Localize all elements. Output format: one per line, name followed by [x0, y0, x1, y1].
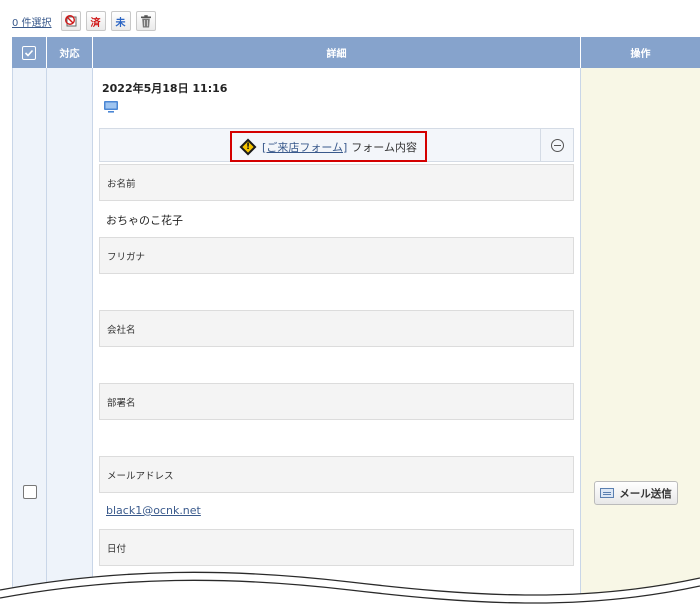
header-response: 対応	[47, 37, 93, 68]
delete-button[interactable]	[135, 11, 156, 31]
select-all-checkbox[interactable]	[22, 45, 36, 60]
field-label-company: 会社名	[99, 310, 574, 347]
send-mail-label: メール送信	[619, 487, 672, 500]
prohibit-icon	[64, 14, 77, 27]
field-label-name: お名前	[99, 164, 574, 201]
mark-undone-button[interactable]: 未	[110, 11, 131, 31]
warning-icon: !	[239, 138, 257, 155]
form-name-link[interactable]: [ご来店フォーム]	[262, 139, 347, 155]
form-contents-label: フォーム内容	[351, 140, 417, 154]
torn-edge-divider	[0, 571, 700, 616]
field-label-furigana: フリガナ	[99, 237, 574, 274]
field-value-email[interactable]: black1@ocnk.net	[106, 504, 201, 517]
minus-circle-icon	[550, 138, 564, 152]
row-checkbox[interactable]	[23, 485, 37, 499]
header-select-all-cell[interactable]	[12, 37, 47, 68]
mail-icon	[600, 488, 615, 498]
check-icon	[24, 49, 34, 57]
trash-icon	[140, 14, 151, 27]
send-mail-button[interactable]: メール送信	[594, 481, 678, 505]
unsupport-button[interactable]	[60, 11, 81, 31]
mark-done-button[interactable]: 済	[85, 11, 106, 31]
field-value-name: おちゃのこ花子	[106, 214, 183, 227]
form-title-highlight: ! [ご来店フォーム] フォーム内容	[230, 131, 427, 162]
field-label-department: 部署名	[99, 383, 574, 420]
inquiry-table: 対応 詳細 操作 2022年5月18日 11:16 ! [ご来店フォーム] フォ…	[12, 37, 700, 616]
collapse-button[interactable]	[540, 129, 573, 161]
form-section-header: ! [ご来店フォーム] フォーム内容	[99, 128, 574, 162]
pc-icon	[103, 100, 119, 117]
select-cell	[12, 68, 47, 616]
received-datetime: 2022年5月18日 11:16	[102, 82, 228, 95]
header-operations: 操作	[581, 37, 700, 68]
field-label-email: メールアドレス	[99, 456, 574, 493]
toolbar: 0 件選択 済 未	[12, 10, 156, 32]
selected-count-link[interactable]: 0 件選択	[12, 14, 52, 29]
header-detail: 詳細	[93, 37, 581, 68]
operations-cell: メール送信	[581, 68, 700, 616]
detail-cell: 2022年5月18日 11:16 ! [ご来店フォーム] フォーム内容 お名前 …	[93, 68, 581, 616]
response-cell	[47, 68, 93, 616]
